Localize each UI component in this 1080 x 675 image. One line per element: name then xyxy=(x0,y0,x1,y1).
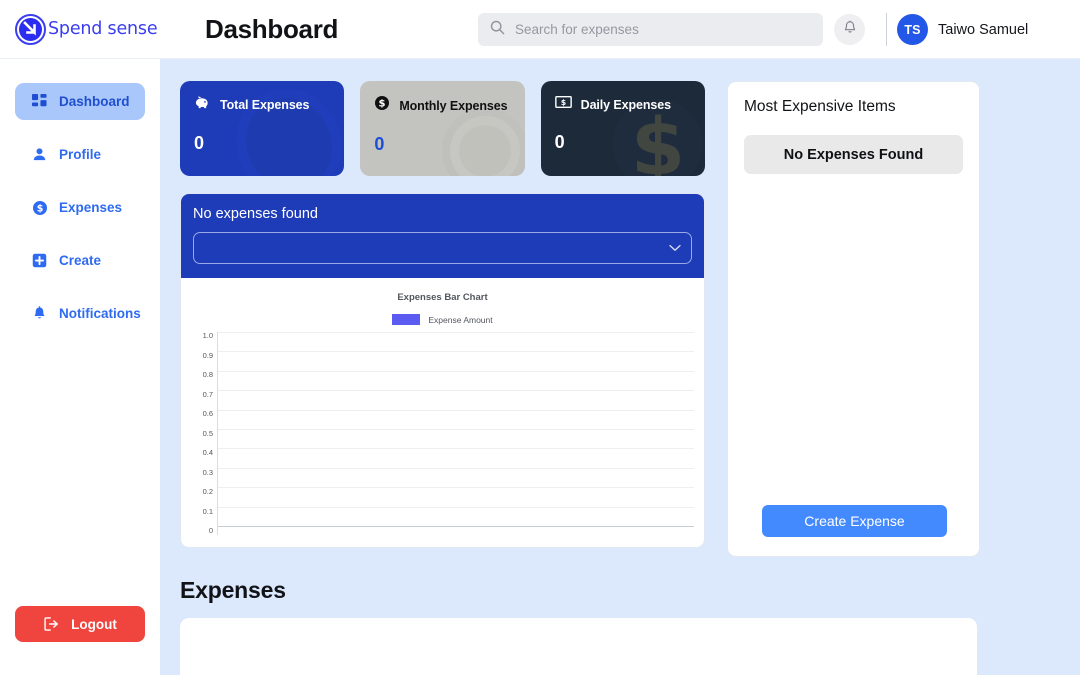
logout-label: Logout xyxy=(71,616,117,632)
side-panel-title: Most Expensive Items xyxy=(744,98,896,115)
sidebar: Dashboard Profile $ Expenses Create Noti… xyxy=(0,59,160,675)
stat-card-title: Total Expenses xyxy=(220,98,310,112)
chart-legend: Expense Amount xyxy=(191,314,694,325)
stat-card-head: $ Daily Expenses xyxy=(554,95,691,114)
stat-cards-row: Total Expenses 0 $ Monthly Expenses 0 $ … xyxy=(180,81,705,176)
grid-dashboard-icon xyxy=(31,93,48,110)
expenses-list-card xyxy=(180,618,977,675)
left-column: Total Expenses 0 $ Monthly Expenses 0 $ … xyxy=(180,81,705,548)
avatar[interactable]: TS xyxy=(897,14,928,45)
stat-card-monthly-expenses[interactable]: $ Monthly Expenses 0 xyxy=(360,81,525,176)
stat-card-head: Total Expenses xyxy=(194,95,330,115)
piggy-bank-icon xyxy=(194,95,211,115)
dashboard-grid: Total Expenses 0 $ Monthly Expenses 0 $ … xyxy=(180,81,1060,557)
sidebar-item-label: Profile xyxy=(59,147,102,162)
user-person-icon xyxy=(31,146,48,163)
brand-logo[interactable]: Spend sense xyxy=(0,13,160,46)
no-expenses-found-box: No Expenses Found xyxy=(744,135,963,174)
sidebar-item-label: Dashboard xyxy=(59,94,130,109)
bar-chart: Expenses Bar Chart Expense Amount 1.0 0.… xyxy=(181,278,704,543)
stat-card-total-expenses[interactable]: Total Expenses 0 xyxy=(180,81,345,176)
y-tick: 0.1 xyxy=(202,506,213,516)
y-tick: 1.0 xyxy=(202,331,213,341)
y-tick: 0.4 xyxy=(202,448,213,458)
stat-card-title: Monthly Expenses xyxy=(399,98,508,113)
chevron-down-icon xyxy=(669,239,681,257)
chart-plot: 1.0 0.9 0.8 0.7 0.6 0.5 0.4 0.3 0.2 0.1 … xyxy=(191,332,694,535)
stat-card-value: 0 xyxy=(374,134,385,154)
sidebar-item-label: Expenses xyxy=(59,200,123,215)
y-tick: 0.2 xyxy=(202,487,213,497)
stat-card-daily-expenses[interactable]: $ $ Daily Expenses 0 xyxy=(540,81,705,176)
y-tick: 0.5 xyxy=(202,428,213,438)
logout-button[interactable]: Logout xyxy=(15,606,145,642)
y-tick: 0.3 xyxy=(202,467,213,477)
y-tick: 0 xyxy=(208,526,213,536)
dashboard-app: Spend sense Dashboard TS xyxy=(0,0,1080,675)
y-tick: 0.7 xyxy=(202,389,213,399)
bell-icon xyxy=(843,20,857,40)
svg-text:$: $ xyxy=(36,203,43,214)
stat-card-value: 0 xyxy=(554,132,565,152)
svg-text:$: $ xyxy=(379,99,386,110)
sidebar-item-create[interactable]: Create xyxy=(15,242,145,279)
search-icon xyxy=(490,20,505,40)
logout-arrow-icon xyxy=(43,616,60,633)
main-content: Total Expenses 0 $ Monthly Expenses 0 $ … xyxy=(160,59,1080,675)
create-expense-button[interactable]: Create Expense xyxy=(762,505,947,537)
bell-icon xyxy=(31,305,48,322)
plus-square-icon xyxy=(31,252,48,269)
legend-swatch-expense-amount xyxy=(392,314,421,325)
sidebar-item-label: Notifications xyxy=(59,306,141,321)
chart-y-axis: 1.0 0.9 0.8 0.7 0.6 0.5 0.4 0.3 0.2 0.1 … xyxy=(191,332,217,535)
notifications-button[interactable] xyxy=(834,14,865,45)
chart-title: Expenses Bar Chart xyxy=(397,292,488,303)
search-bar[interactable] xyxy=(478,13,823,46)
spend-sense-logo-icon xyxy=(14,13,47,46)
dollar-circle-icon: $ xyxy=(31,199,48,216)
user-menu[interactable]: TS Taiwo Samuel xyxy=(897,14,1028,45)
body-row: Dashboard Profile $ Expenses Create Noti… xyxy=(0,59,1080,675)
svg-text:$: $ xyxy=(561,98,566,107)
expense-select[interactable] xyxy=(193,232,692,264)
page-title: Dashboard xyxy=(205,13,339,44)
banknote-icon: $ xyxy=(554,95,572,114)
sidebar-item-profile[interactable]: Profile xyxy=(15,136,145,173)
expenses-chart-panel: No expenses found Expenses Bar Chart Exp… xyxy=(180,193,705,548)
right-column: Most Expensive Items No Expenses Found C… xyxy=(727,81,980,557)
brand-name: Spend sense xyxy=(48,19,158,39)
top-bar: Spend sense Dashboard TS xyxy=(0,0,1080,59)
user-name: Taiwo Samuel xyxy=(938,21,1029,38)
y-tick: 0.6 xyxy=(202,409,213,419)
sidebar-item-expenses[interactable]: $ Expenses xyxy=(15,189,145,226)
sidebar-item-label: Create xyxy=(59,253,102,268)
chart-plot-area xyxy=(217,332,694,535)
no-expenses-message: No expenses found xyxy=(193,206,318,222)
dollar-coin-icon: $ xyxy=(374,95,390,116)
expenses-heading: Expenses xyxy=(180,577,286,603)
sidebar-item-dashboard[interactable]: Dashboard xyxy=(15,83,145,120)
legend-label-expense-amount: Expense Amount xyxy=(428,314,493,325)
most-expensive-items-panel: Most Expensive Items No Expenses Found C… xyxy=(727,81,980,557)
chart-panel-header: No expenses found xyxy=(181,194,704,278)
expenses-section: Expenses xyxy=(180,577,1060,675)
stat-card-value: 0 xyxy=(194,133,205,153)
sidebar-item-notifications[interactable]: Notifications xyxy=(15,295,145,332)
stat-card-head: $ Monthly Expenses xyxy=(374,95,510,116)
header-divider xyxy=(886,13,887,46)
y-tick: 0.9 xyxy=(202,350,213,360)
stat-card-title: Daily Expenses xyxy=(580,97,671,112)
search-input[interactable] xyxy=(515,22,811,37)
y-tick: 0.8 xyxy=(202,370,213,380)
